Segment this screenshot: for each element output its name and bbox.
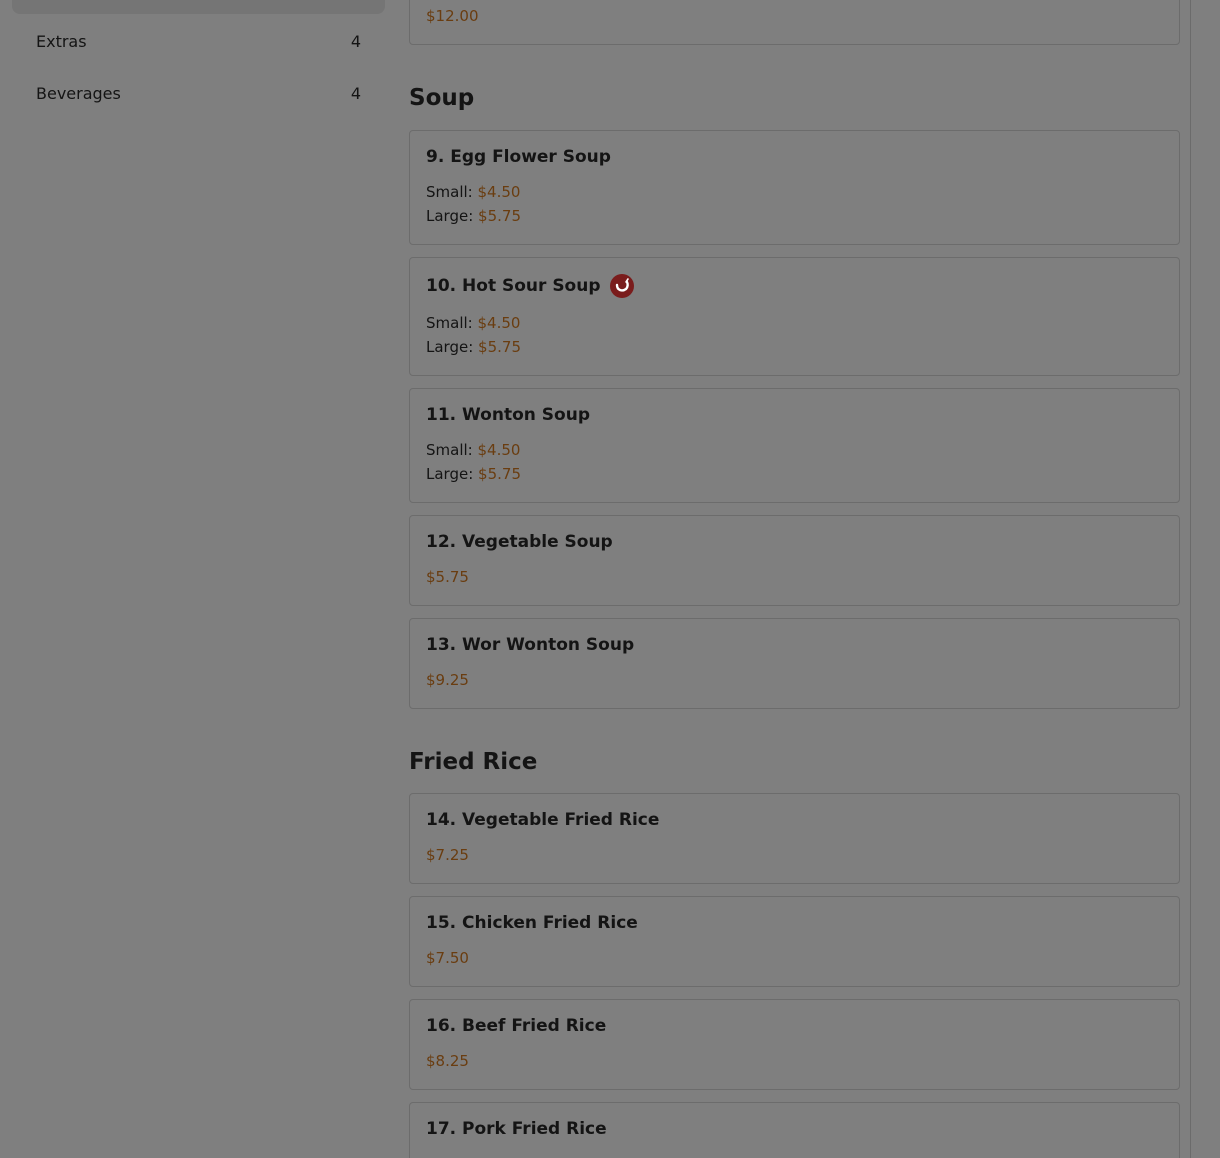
menu-item-card[interactable]: 9. Egg Flower Soup Small: $4.50 Large: $… (409, 130, 1180, 245)
item-name: 15. Chicken Fried Rice (426, 913, 638, 933)
menu-item-card[interactable]: 12. Vegetable Soup $5.75 (409, 515, 1180, 606)
category-sidebar: Extras 4 Beverages 4 (0, 0, 398, 1158)
section-title-fried-rice: Fried Rice (409, 749, 538, 775)
item-price: $12.00 (426, 7, 479, 25)
sidebar-active-category[interactable] (12, 0, 385, 14)
scrollbar-divider (1190, 0, 1191, 1158)
menu-item-card[interactable]: 13. Wor Wonton Soup $9.25 (409, 618, 1180, 709)
sidebar-item-label: Beverages (36, 83, 121, 103)
item-price: $8.25 (426, 1052, 469, 1070)
sidebar-item-count: 4 (350, 83, 361, 103)
section-title-soup: Soup (409, 85, 475, 111)
menu-item-card[interactable]: 15. Chicken Fried Rice $7.50 (409, 896, 1180, 987)
item-name: 10. Hot Sour Soup (426, 274, 634, 298)
menu-item-card[interactable]: 14. Vegetable Fried Rice $7.25 (409, 793, 1180, 884)
item-name: 17. Pork Fried Rice (426, 1119, 607, 1139)
item-price: $5.75 (426, 568, 469, 586)
item-name: 11. Wonton Soup (426, 405, 590, 425)
menu-list: $12.00 Soup 9. Egg Flower Soup Small: $4… (409, 0, 1180, 1158)
item-price: $9.25 (426, 671, 469, 689)
item-price-small: Small: $4.50 (426, 441, 521, 459)
item-name: 14. Vegetable Fried Rice (426, 810, 660, 830)
item-price-large: Large: $5.75 (426, 338, 521, 356)
menu-item-card[interactable]: 10. Hot Sour Soup Small: $4.50 Large: $5… (409, 257, 1180, 376)
menu-item-card[interactable]: 17. Pork Fried Rice (409, 1102, 1180, 1158)
item-name: 12. Vegetable Soup (426, 532, 613, 552)
chili-pepper-icon (609, 274, 634, 298)
item-price-small: Small: $4.50 (426, 183, 521, 201)
item-name: 13. Wor Wonton Soup (426, 635, 635, 655)
item-price-large: Large: $5.75 (426, 465, 521, 483)
menu-item-card[interactable]: 16. Beef Fried Rice $8.25 (409, 999, 1180, 1090)
menu-item-card[interactable]: 11. Wonton Soup Small: $4.50 Large: $5.7… (409, 388, 1180, 503)
menu-page: Extras 4 Beverages 4 $12.00 Soup 9. Egg … (0, 0, 1220, 1158)
item-price-large: Large: $5.75 (426, 207, 521, 225)
sidebar-item-extras[interactable]: Extras 4 (36, 26, 361, 56)
sidebar-item-label: Extras (36, 31, 87, 51)
item-price: $7.50 (426, 949, 469, 967)
item-price: $7.25 (426, 846, 469, 864)
sidebar-item-count: 4 (350, 31, 361, 51)
item-name: 9. Egg Flower Soup (426, 147, 611, 167)
item-name: 16. Beef Fried Rice (426, 1016, 607, 1036)
item-price-small: Small: $4.50 (426, 314, 521, 332)
sidebar-item-beverages[interactable]: Beverages 4 (36, 78, 361, 108)
menu-item-card[interactable]: $12.00 (409, 0, 1180, 45)
